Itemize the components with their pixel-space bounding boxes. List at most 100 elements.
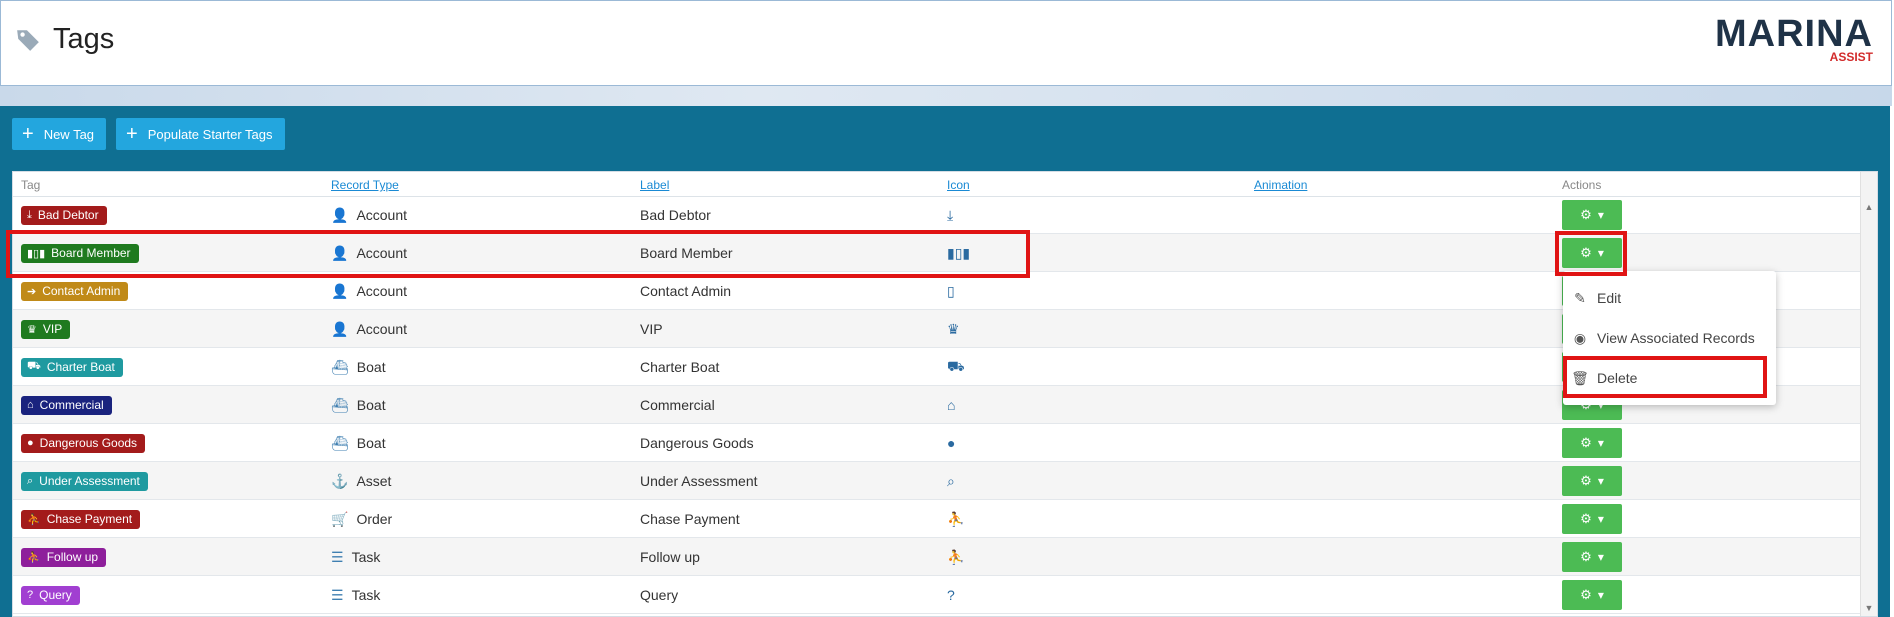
tag-badge-label: VIP [42,322,63,336]
tag-badge-label: Chase Payment [46,512,133,526]
question-circle-icon: ? [27,589,34,601]
question-circle-icon: ? [947,587,955,603]
title-group: Tags [15,23,114,56]
icon-cell: ⛹ [947,500,964,538]
caret-down-icon: ▾ [1597,550,1604,564]
tag-cell: ● Dangerous Goods [21,424,146,462]
scroll-up-icon[interactable]: ▲ [1861,199,1877,215]
tag-badge[interactable]: ? Query [21,585,80,605]
actions-button[interactable]: ⚙▾ [1562,238,1622,268]
page-header: Tags MARINA ASSIST [0,0,1892,86]
tag-badge[interactable]: ● Dangerous Goods [21,433,146,453]
user-icon: 👤 [331,282,349,299]
record-type-text: Account [356,207,408,223]
tag-badge[interactable]: ♛ VIP [21,319,71,339]
plus-icon: + [22,123,34,145]
icon-cell: ▯ [947,272,955,310]
actions-button[interactable]: ⚙▾ [1562,466,1622,496]
actions-button[interactable]: ⚙▾ [1562,542,1622,572]
column-tag: Tag [21,178,41,192]
label-text: Commercial [640,397,715,413]
new-tag-button[interactable]: + New Tag [12,118,107,150]
users-bars-icon: ▮▯▮ [947,244,971,261]
tag-badge-label: Dangerous Goods [39,436,138,450]
running-icon: ⛹ [947,510,965,527]
ship-icon: ⛴ [331,396,349,413]
table-row: ▮▯▮ Board Member 👤 Account Board Member ▮▯▮ ⚙ ▾ [13,234,1863,272]
label-cell: Query [640,576,678,614]
delete-menu-item[interactable]: 🗑 Delete [1563,359,1776,397]
gears-icon: ⚙ [1580,245,1592,260]
warehouse-icon: ⌂ [947,397,956,413]
record-type-text: Account [356,283,408,299]
actions-cell: ⚙▾ [1562,234,1622,272]
label-text: Chase Payment [640,511,740,527]
vertical-scrollbar[interactable]: ▲ ▼ [1860,172,1877,616]
tag-badge[interactable]: ⌕ Under Assessment [21,471,148,491]
label-text: Board Member [640,245,733,261]
tag-badge[interactable]: ⛹ Chase Payment [21,509,141,529]
scroll-down-icon[interactable]: ▼ [1861,600,1877,616]
column-actions: Actions [1562,178,1602,192]
crown-icon: ♛ [947,320,960,337]
edit-menu-item[interactable]: ✎ Edit [1563,279,1776,317]
icon-cell: ? [947,576,955,614]
bomb-icon: ● [27,437,34,449]
view-associated-label: View Associated Records [1597,330,1755,346]
user-icon: 👤 [331,244,349,261]
tag-badge[interactable]: ⤓ Bad Debtor [21,205,107,225]
label-text: Dangerous Goods [640,435,754,451]
tag-badge[interactable]: ⛹ Follow up [21,547,107,567]
record-type-cell: 👤 Account [331,272,407,310]
actions-button[interactable]: ⚙▾ [1562,200,1622,230]
label-cell: Commercial [640,386,715,424]
user-icon: 👤 [331,320,349,337]
icon-cell: ▮▯▮ [947,234,970,272]
tag-badge[interactable]: ⌂ Commercial [21,395,112,415]
hand-holding-dollar-icon: ⤓ [947,206,954,223]
record-type-text: Asset [356,473,392,489]
label-cell: Follow up [640,538,700,576]
tag-cell: ⌂ Commercial [21,386,112,424]
record-type-cell: ⚓ Asset [331,462,391,500]
tag-badge[interactable]: ▮▯▮ Board Member [21,243,139,263]
label-text: Follow up [640,549,700,565]
icon-cell: ⛹ [947,538,964,576]
view-associated-records-menu-item[interactable]: ◉ View Associated Records [1563,319,1776,357]
table-row: ? Query ☰ Task Query? ⚙ ▾ [13,576,1863,614]
cart-icon: 🛒 [331,510,349,527]
tag-cell: ⛹ Chase Payment [21,500,141,538]
toolbar: + New Tag + Populate Starter Tags [12,118,285,150]
tasks-icon: ☰ [331,548,344,565]
users-bars-icon: ▮▯▮ [27,247,46,260]
user-icon: 👤 [331,206,349,223]
tag-cell: ⛟ Charter Boat [21,348,123,386]
column-label[interactable]: Label [640,178,669,192]
tag-cell: ? Query [21,576,80,614]
actions-button[interactable]: ⚙▾ [1562,504,1622,534]
gears-icon: ⚙ [1580,473,1592,488]
actions-cell: ⚙▾ [1562,538,1622,576]
icon-cell: ⌂ [947,386,955,424]
record-type-text: Account [356,245,408,261]
truck-icon: ⛟ [27,360,41,372]
label-cell: VIP [640,310,663,348]
tag-badge[interactable]: ➔ Contact Admin [21,281,129,301]
column-animation[interactable]: Animation [1254,178,1307,192]
header-divider-band [0,86,1892,106]
plus-icon: + [126,123,138,145]
hand-holding-dollar-icon: ⤓ [27,208,32,221]
caret-down-icon: ▾ [1597,436,1604,450]
tag-badge[interactable]: ⛟ Charter Boat [21,357,123,377]
edit-label: Edit [1597,290,1622,306]
populate-starter-tags-button[interactable]: + Populate Starter Tags [116,118,285,150]
label-text: Contact Admin [640,283,732,299]
gears-icon: ⚙ [1580,207,1592,222]
arrow-circle-icon: ➔ [27,285,37,298]
actions-button[interactable]: ⚙▾ [1562,428,1622,458]
actions-button[interactable]: ⚙▾ [1562,580,1622,610]
column-icon[interactable]: Icon [947,178,970,192]
gears-icon: ⚙ [1580,549,1592,564]
truck-icon: ⛟ [947,357,965,374]
column-record-type[interactable]: Record Type [331,178,399,192]
